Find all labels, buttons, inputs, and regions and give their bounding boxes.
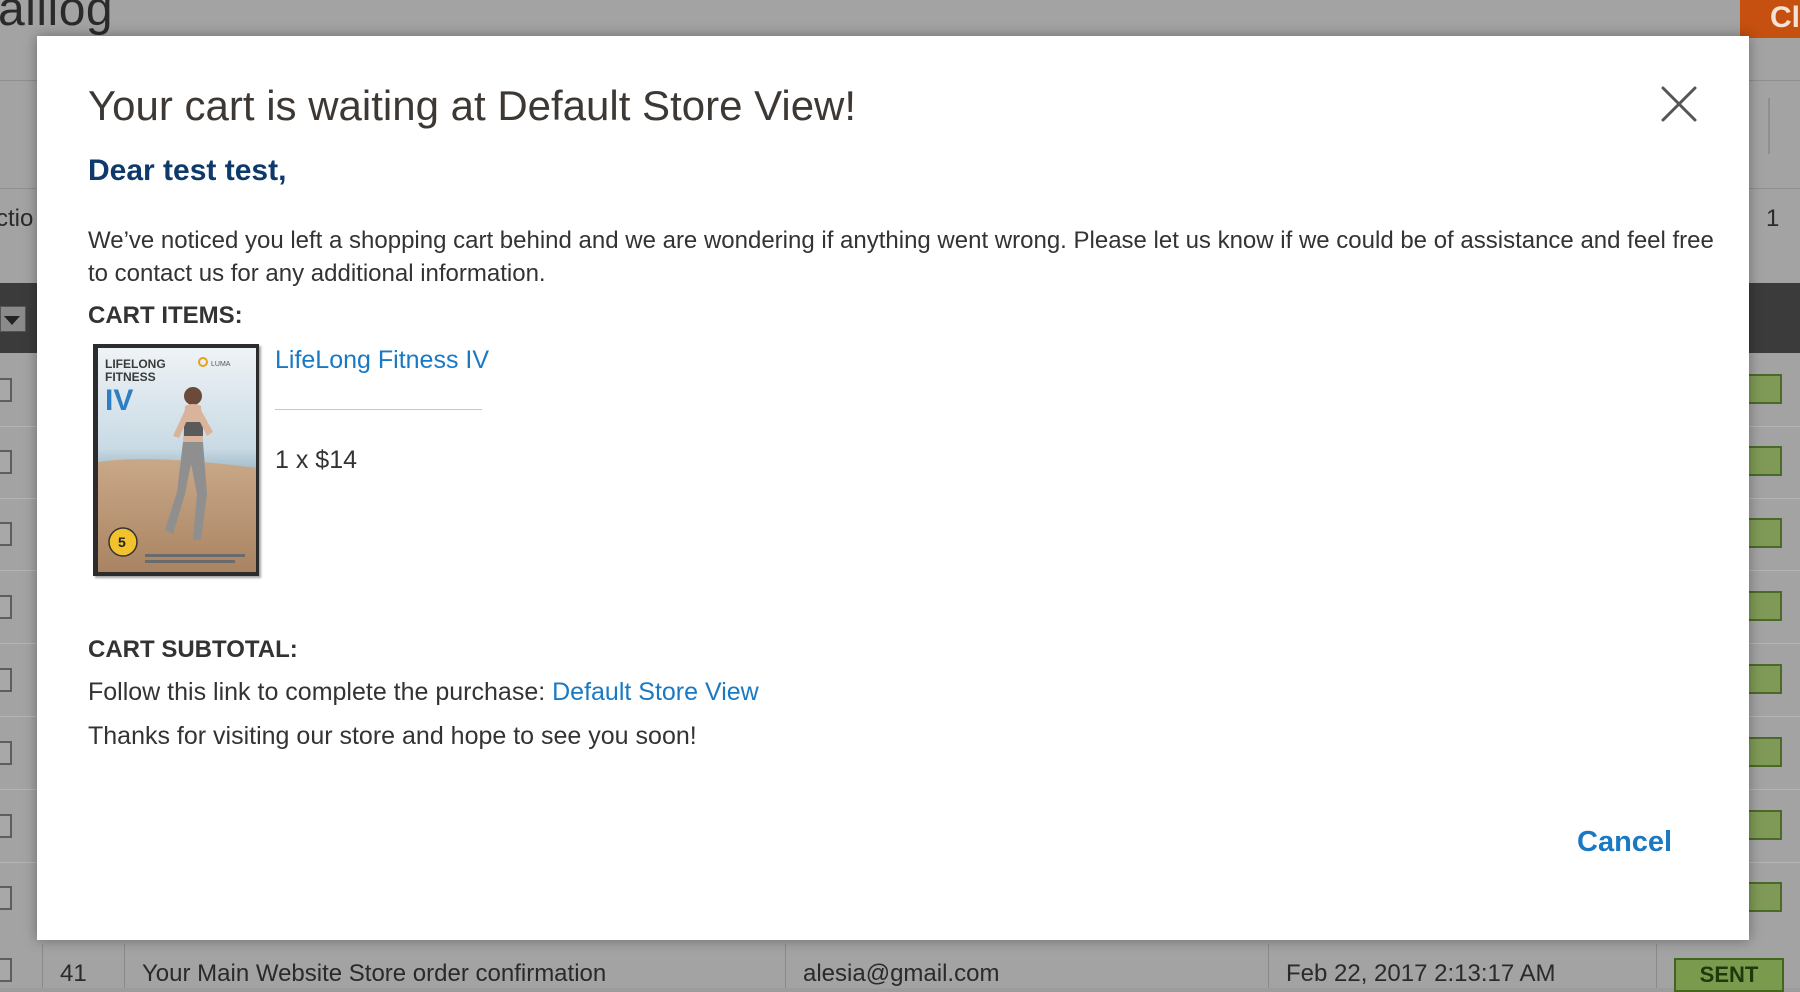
cancel-button[interactable]: Cancel (1577, 826, 1672, 859)
background-divider (1768, 98, 1770, 154)
background-mass-select[interactable] (0, 306, 26, 332)
email-preview-modal: Your cart is waiting at Default Store Vi… (37, 36, 1749, 940)
cover-badge-number: 5 (118, 534, 126, 550)
row-checkbox[interactable] (0, 741, 12, 765)
modal-title: Your cart is waiting at Default Store Vi… (88, 82, 857, 129)
background-pager-value[interactable]: 1 (1766, 205, 1779, 233)
cover-title-line1: LIFELONG (105, 357, 166, 371)
close-icon (1661, 86, 1697, 122)
row-date: Feb 22, 2017 2:13:17 AM (1286, 960, 1556, 987)
row-checkbox[interactable] (0, 450, 12, 474)
intro-text: We’ve noticed you left a shopping cart b… (88, 227, 1714, 287)
row-checkbox[interactable] (0, 378, 12, 402)
row-subject: Your Main Website Store order confirmati… (142, 960, 607, 987)
row-id: 41 (60, 960, 87, 987)
cart-subtotal-label: CART SUBTOTAL: (88, 636, 298, 663)
column-divider (1656, 944, 1657, 988)
background-actions-label: ctio (0, 205, 34, 232)
column-divider (42, 944, 43, 988)
column-divider (1268, 944, 1269, 988)
thanks-text: Thanks for visiting our store and hope t… (88, 722, 697, 750)
row-checkbox[interactable] (0, 958, 12, 982)
product-cover-art: LIFELONG FITNESS IV LUMA 5 (93, 344, 259, 576)
row-checkbox[interactable] (0, 814, 12, 838)
column-divider (124, 944, 125, 988)
greeting: Dear test test, (88, 154, 287, 187)
background-primary-button[interactable]: Cl (1740, 0, 1800, 38)
product-image[interactable]: LIFELONG FITNESS IV LUMA 5 (93, 344, 259, 576)
cover-title-line3: IV (105, 384, 133, 417)
row-checkbox[interactable] (0, 668, 12, 692)
column-divider (785, 944, 786, 988)
follow-link-line: Follow this link to complete the purchas… (88, 678, 759, 707)
product-name-link[interactable]: LifeLong Fitness IV (275, 346, 489, 375)
cover-brand: LUMA (211, 361, 231, 368)
close-button[interactable] (1657, 82, 1701, 126)
store-link[interactable]: Default Store View (552, 678, 759, 706)
status-badge-sent: SENT (1674, 958, 1784, 992)
background-page-title: aillog (0, 0, 114, 36)
cover-title-line2: FITNESS (105, 370, 156, 384)
product-divider (275, 409, 482, 410)
row-checkbox[interactable] (0, 886, 12, 910)
row-email: alesia@gmail.com (803, 960, 1000, 987)
cart-items-label: CART ITEMS: (88, 302, 243, 329)
row-checkbox[interactable] (0, 595, 12, 619)
row-checkbox[interactable] (0, 522, 12, 546)
follow-link-text: Follow this link to complete the purchas… (88, 678, 546, 706)
product-qty-price: 1 x $14 (275, 446, 358, 474)
